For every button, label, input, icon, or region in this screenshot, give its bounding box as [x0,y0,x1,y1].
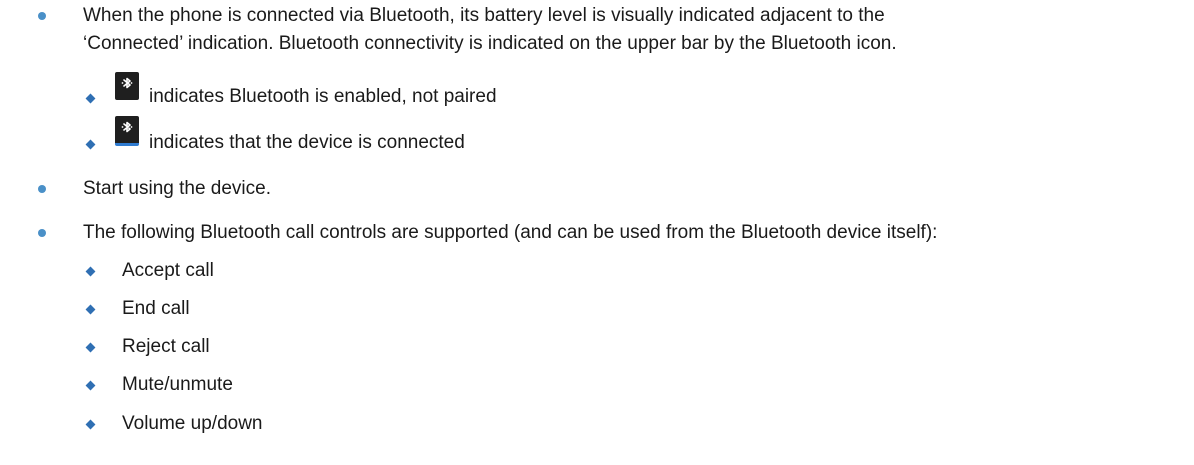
document-page: When the phone is connected via Bluetoot… [0,0,1194,465]
bullet-diamond [85,139,96,150]
sub-item-text: indicates that the device is connected [149,132,465,153]
bullet-diamond [85,342,96,353]
paragraph-line: When the phone is connected via Bluetoot… [83,5,885,26]
paragraph-line: The following Bluetooth call controls ar… [83,222,938,243]
list-item: End call [122,298,190,319]
paragraph-line: Start using the device. [83,178,271,199]
list-item: Reject call [122,336,210,357]
paragraph-line: ‘Connected’ indication. Bluetooth connec… [83,33,897,54]
bullet-dot [38,185,46,193]
list-item: Mute/unmute [122,374,233,395]
list-item: Volume up/down [122,413,263,434]
bullet-dot [38,12,46,20]
bullet-diamond [85,266,96,277]
bluetooth-connected-icon [115,116,139,146]
list-item: Accept call [122,260,214,281]
bullet-diamond [85,93,96,104]
bullet-diamond [85,380,96,391]
bullet-diamond [85,419,96,430]
bluetooth-enabled-icon [115,72,139,100]
bullet-dot [38,229,46,237]
sub-item-text: indicates Bluetooth is enabled, not pair… [149,86,497,107]
bullet-diamond [85,304,96,315]
